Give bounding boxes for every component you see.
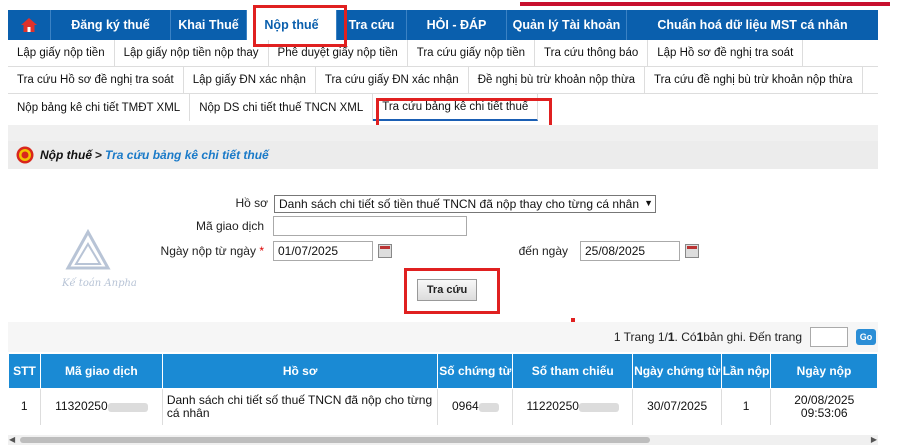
nav-quan-ly-tai-khoan[interactable]: Quản lý Tài khoản (506, 10, 626, 40)
col-ho-so: Hồ sơ (161, 353, 439, 389)
col-stt: STT (8, 353, 41, 389)
nav-nop-thue[interactable]: Nộp thuế (246, 10, 336, 40)
table-header-row: STT Mã giao dịch Hồ sơ Số chứng từ Số th… (8, 353, 878, 389)
cell-lan-nop: 1 (721, 388, 772, 425)
ma-giao-dich-input[interactable] (273, 216, 467, 236)
sub-tra-cuu-ho-so-tra-soat[interactable]: Tra cứu Hồ sơ đề nghị tra soát (8, 67, 184, 93)
scroll-left-icon[interactable]: ◀ (9, 435, 15, 444)
den-ngay-label: đến ngày (518, 244, 568, 258)
cell-so-tham-chieu: 11220250 (512, 388, 634, 425)
pager-suffix: bản ghi. Đến trang (703, 330, 802, 344)
sub-lap-giay-nop-tien-nop-thay[interactable]: Lập giấy nộp tiền nộp thay (115, 40, 269, 66)
pager-count: 1 (696, 330, 704, 344)
pager: 1 Trang 1/1. Có 1 bản ghi. Đến trang Go (8, 322, 878, 352)
calendar-icon[interactable] (378, 244, 392, 258)
required-mark: * (259, 244, 264, 258)
pager-mid: . Có (674, 330, 697, 344)
watermark-logo: Kế toán Anpha (58, 228, 148, 298)
breadcrumb-current: Tra cứu bảng kê chi tiết thuế (105, 148, 269, 162)
sub-tra-cuu-de-nghi-bu-tru[interactable]: Tra cứu đề nghị bù trừ khoản nộp thừa (645, 67, 863, 93)
nav-home[interactable] (8, 10, 50, 40)
sub-nav-row-3: Nộp bảng kê chi tiết TMĐT XML Nộp DS chi… (8, 94, 878, 121)
cell-ho-so: Danh sách chi tiết số thuế TNCN đã nộp c… (162, 388, 439, 425)
sub-tra-cuu-giay-dn-xac-nhan[interactable]: Tra cứu giấy ĐN xác nhận (316, 67, 469, 93)
emblem-icon (16, 146, 34, 164)
sub-nop-ds-tncn-xml[interactable]: Nộp DS chi tiết thuế TNCN XML (190, 94, 374, 121)
ma-giao-dich-label: Mã giao dịch (195, 219, 264, 233)
ngay-nop-tu-ngay-label: Ngày nộp từ ngày * (160, 244, 264, 258)
cell-so-chung-tu: 0964 (437, 388, 514, 425)
sub-nav-row-2: Tra cứu Hồ sơ đề nghị tra soát Lập giấy … (8, 67, 878, 94)
col-ngay-nop: Ngày nộp (770, 353, 878, 389)
home-icon (21, 18, 37, 32)
col-ngay-chung-tu: Ngày chứng từ (632, 353, 723, 389)
scroll-right-icon[interactable]: ▶ (871, 435, 877, 444)
nav-hoi-dap[interactable]: HỎI - ĐÁP (406, 10, 506, 40)
top-strip (0, 0, 900, 10)
cell-ma-giao-dich: 11320250 (40, 388, 163, 425)
nav-tra-cuu[interactable]: Tra cứu (336, 10, 406, 40)
results-table: STT Mã giao dịch Hồ sơ Số chứng từ Số th… (8, 353, 878, 425)
cell-stt: 1 (8, 388, 41, 425)
calendar-icon[interactable] (685, 244, 699, 258)
sub-lap-giay-nop-tien[interactable]: Lập giấy nộp tiền (8, 40, 115, 66)
svg-text:Kế toán Anpha: Kế toán Anpha (61, 278, 137, 289)
breadcrumb-root[interactable]: Nộp thuế (40, 148, 92, 162)
nav-nop-thue-label: Nộp thuế (264, 18, 319, 32)
nav-chuan-hoa-mst[interactable]: Chuẩn hoá dữ liệu MST cá nhân (626, 10, 878, 40)
sub-lap-giay-dn-xac-nhan[interactable]: Lập giấy ĐN xác nhận (184, 67, 316, 93)
sub-nav: Lập giấy nộp tiền Lập giấy nộp tiền nộp … (8, 40, 878, 125)
sub-tra-cuu-giay-nop-tien[interactable]: Tra cứu giấy nộp tiền (408, 40, 536, 66)
col-so-chung-tu: Số chứng từ (437, 353, 514, 389)
to-date-input[interactable]: 25/08/2025 (580, 241, 680, 261)
ho-so-select[interactable]: Danh sách chi tiết số tiền thuế TNCN đã … (274, 195, 656, 213)
redacted-value (578, 402, 619, 412)
sub-nop-bang-ke-tmdt-xml[interactable]: Nộp bảng kê chi tiết TMĐT XML (8, 94, 191, 121)
go-button[interactable]: Go (856, 329, 876, 345)
pager-total-pages: 1 (667, 330, 675, 344)
col-ma-giao-dich: Mã giao dịch (39, 353, 163, 389)
breadcrumb-separator: > (95, 148, 103, 162)
breadcrumb: Nộp thuế > Tra cứu bảng kê chi tiết thuế (8, 141, 878, 169)
pager-prefix: 1 Trang 1/ (613, 330, 668, 344)
ho-so-selected-value: Danh sách chi tiết số tiền thuế TNCN đã … (279, 197, 640, 211)
sub-tra-cuu-bang-ke-chi-tiet-thue[interactable]: Tra cứu bảng kê chi tiết thuế (373, 94, 539, 121)
col-so-tham-chieu: Số tham chiếu (512, 353, 634, 389)
from-date-input[interactable]: 01/07/2025 (273, 241, 373, 261)
table-row[interactable]: 1 11320250 Danh sách chi tiết số thuế TN… (8, 388, 878, 425)
nav-dang-ky-thue[interactable]: Đăng ký thuế (50, 10, 170, 40)
cell-ngay-nop: 20/08/2025 09:53:06 (794, 392, 855, 420)
horizontal-scrollbar[interactable]: ◀ ▶ (8, 435, 878, 445)
cell-ngay-chung-tu: 30/07/2025 (632, 388, 723, 425)
redacted-value (107, 402, 148, 412)
main-nav: Đăng ký thuế Khai Thuế Nộp thuế Tra cứu … (8, 10, 878, 40)
sub-lap-ho-so-tra-soat[interactable]: Lập Hồ sơ đề nghị tra soát (648, 40, 804, 66)
page-number-input[interactable] (810, 327, 848, 347)
sub-tra-cuu-thong-bao[interactable]: Tra cứu thông báo (535, 40, 649, 66)
col-lan-nop: Lần nộp (721, 353, 772, 389)
ho-so-label: Hồ sơ (235, 196, 268, 210)
search-button[interactable]: Tra cứu (417, 279, 477, 301)
nav-khai-thue[interactable]: Khai Thuế (170, 10, 246, 40)
chevron-down-icon: ▼ (644, 198, 653, 208)
sub-phe-duyet-giay-nop-tien[interactable]: Phê duyệt giấy nộp tiền (269, 40, 408, 66)
spacer-bar (8, 125, 878, 141)
scrollbar-thumb[interactable] (20, 437, 650, 443)
sub-nav-row-1: Lập giấy nộp tiền Lập giấy nộp tiền nộp … (8, 40, 878, 67)
redacted-value (478, 402, 499, 412)
sub-de-nghi-bu-tru[interactable]: Đề nghị bù trừ khoản nộp thừa (469, 67, 646, 93)
